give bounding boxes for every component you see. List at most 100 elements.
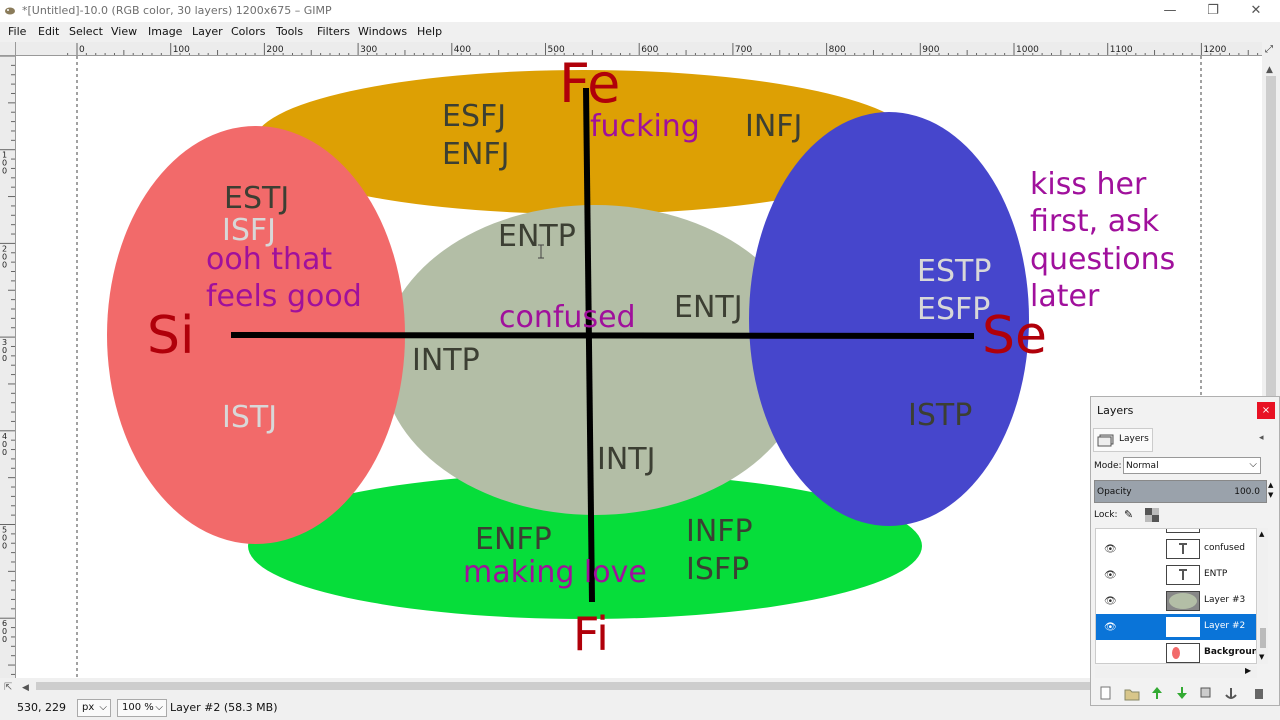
first-ask-label: first, ask — [1030, 204, 1160, 239]
visibility-eye-icon[interactable]: 👁 — [1104, 596, 1117, 607]
menu-edit[interactable]: Edit — [38, 25, 59, 38]
si-label: Si — [147, 306, 194, 366]
horizontal-ruler[interactable]: 0 100 200 300 400 500 600 700 800 900 1000 1100 1200 — [16, 42, 1262, 56]
zoom-select[interactable]: 100 % ⌵ — [117, 699, 167, 717]
scroll-up-icon[interactable]: ▲ — [1259, 530, 1264, 538]
title-bar: *[Untitled]-10.0 (RGB color, 30 layers) … — [0, 0, 1280, 22]
ruler-tick-label: 1100 — [1110, 45, 1133, 55]
tab-menu-icon[interactable]: ◂ — [1259, 433, 1264, 443]
minimize-button[interactable]: — — [1158, 1, 1182, 21]
opacity-slider[interactable]: Opacity 100.0 — [1094, 480, 1267, 503]
menu-select[interactable]: Select — [69, 25, 103, 38]
restore-button[interactable]: ❐ — [1201, 1, 1225, 21]
zoom-value: 100 % — [122, 702, 154, 713]
layer-thumbnail — [1166, 539, 1200, 559]
duplicate-layer-icon[interactable] — [1200, 687, 1211, 698]
menu-windows[interactable]: Windows — [358, 25, 407, 38]
ruler-tick-label: 0 — [2, 260, 7, 269]
esfj-label: ESFJ — [442, 99, 506, 134]
scroll-right-icon[interactable]: ▶ — [1245, 666, 1251, 675]
vertical-ruler-ticks: 100200300400500600 — [0, 56, 15, 675]
menu-bar: File Edit Select View Image Layer Colors… — [0, 22, 1280, 42]
menu-filters[interactable]: Filters — [317, 25, 350, 38]
layer-row-entp[interactable]: 👁 ENTP — [1096, 562, 1256, 588]
tab-layers[interactable]: Layers — [1093, 428, 1153, 452]
layers-tab-icon — [1097, 434, 1114, 447]
layer-name: Background — [1204, 647, 1256, 657]
entp-label: ENTP — [498, 219, 576, 254]
ruler-tick-label: 0 — [2, 448, 7, 457]
menu-colors[interactable]: Colors — [231, 25, 265, 38]
layer-action-icons — [1100, 686, 1263, 701]
anchor-layer-icon[interactable] — [1225, 688, 1237, 699]
menu-view[interactable]: View — [111, 25, 137, 38]
new-group-icon[interactable] — [1124, 689, 1140, 701]
status-bar: 530, 229 px ⌵ 100 % ⌵ Layer #2 (58.3 MB) — [0, 696, 1280, 720]
layer-thumbnail-image — [1172, 647, 1180, 659]
ruler-tick-label: 900 — [922, 45, 939, 55]
layers-dock-title: Layers — [1097, 404, 1134, 417]
layer-action-bar — [1091, 683, 1279, 705]
ruler-corner[interactable] — [0, 42, 16, 56]
text-layer-icon — [1179, 569, 1187, 580]
entj-label: ENTJ — [674, 290, 743, 325]
image-canvas[interactable]: Fe Fi Si Se ESFJ ENFJ fucking INFJ ESTJ … — [16, 56, 1262, 678]
lock-alpha-icon[interactable] — [1145, 508, 1159, 522]
layer-name: ENTP — [1204, 569, 1228, 579]
text-layer-icon — [1179, 543, 1187, 554]
raise-layer-icon[interactable] — [1152, 687, 1162, 699]
layer-list[interactable]: 👁 confused 👁 ENTP 👁 Layer #3 👁 Layer #2 … — [1095, 528, 1257, 664]
istp-label: ISTP — [908, 398, 972, 433]
lower-layer-icon[interactable] — [1177, 687, 1187, 699]
layer-thumbnail — [1166, 643, 1200, 663]
estj-label: ESTJ — [224, 181, 289, 216]
ruler-tick-label: 1000 — [1016, 45, 1039, 55]
new-layer-icon[interactable] — [1100, 686, 1111, 700]
layer-list-hscrollbar[interactable]: ▶ — [1095, 666, 1257, 678]
later-label: later — [1030, 279, 1100, 314]
opacity-spin-icon[interactable]: ▲ ▼ — [1268, 480, 1273, 500]
visibility-eye-icon[interactable]: 👁 — [1104, 570, 1117, 581]
menu-image[interactable]: Image — [148, 25, 182, 38]
scroll-down-icon[interactable]: ▼ — [1259, 653, 1264, 661]
menu-file[interactable]: File — [8, 25, 26, 38]
layer-row-background[interactable]: Background — [1096, 640, 1256, 663]
menu-layer[interactable]: Layer — [192, 25, 223, 38]
delete-layer-icon[interactable] — [1255, 689, 1263, 699]
layer-row-confused[interactable]: 👁 confused — [1096, 536, 1256, 562]
infj-label: INFJ — [745, 109, 802, 144]
menu-help[interactable]: Help — [417, 25, 442, 38]
unit-select[interactable]: px ⌵ — [77, 699, 111, 717]
kiss-her-label: kiss her — [1030, 167, 1147, 202]
menu-tools[interactable]: Tools — [276, 25, 303, 38]
svg-text:⇱: ⇱ — [4, 682, 12, 693]
ruler-tick-label: 0 — [2, 635, 7, 644]
intp-label: INTP — [412, 343, 480, 378]
layer-list-scrollbar[interactable]: ▲ ▼ — [1258, 528, 1268, 664]
istj-label: ISTJ — [222, 400, 277, 435]
fucking-label: fucking — [590, 109, 700, 144]
dock-close-icon[interactable]: × — [1257, 402, 1275, 419]
lock-label: Lock: — [1094, 510, 1118, 520]
layer-row-layer2-selected[interactable]: 👁 Layer #2 — [1096, 614, 1256, 640]
layers-dock-header: Layers × — [1091, 397, 1279, 423]
layer-thumbnail — [1166, 591, 1200, 611]
layer-name: Layer #3 — [1204, 595, 1246, 605]
unit-chevron-down-icon: ⌵ — [99, 702, 107, 713]
visibility-eye-icon[interactable]: 👁 — [1104, 544, 1117, 555]
mode-chevron-down-icon: ⌵ — [1249, 459, 1257, 470]
unit-value: px — [82, 702, 95, 713]
lock-pixels-icon[interactable]: ✎ — [1124, 508, 1133, 521]
ruler-tick-label: 1200 — [1203, 45, 1226, 55]
layer-row-layer3[interactable]: 👁 Layer #3 — [1096, 588, 1256, 614]
window-title: *[Untitled]-10.0 (RGB color, 30 layers) … — [22, 4, 332, 17]
layer-thumbnail — [1166, 565, 1200, 585]
mode-select[interactable]: Normal ⌵ — [1123, 457, 1261, 474]
ruler-tick-label: 0 — [2, 542, 7, 551]
layer-list-scroll-thumb[interactable] — [1260, 628, 1266, 648]
horizontal-scrollbar[interactable]: ⇱ ◀ — [0, 678, 1262, 694]
close-window-button[interactable]: ✕ — [1244, 1, 1268, 21]
vertical-ruler[interactable]: 100200300400500600 — [0, 56, 16, 678]
visibility-eye-icon[interactable]: 👁 — [1104, 622, 1117, 633]
infp-label: INFP — [686, 514, 753, 549]
